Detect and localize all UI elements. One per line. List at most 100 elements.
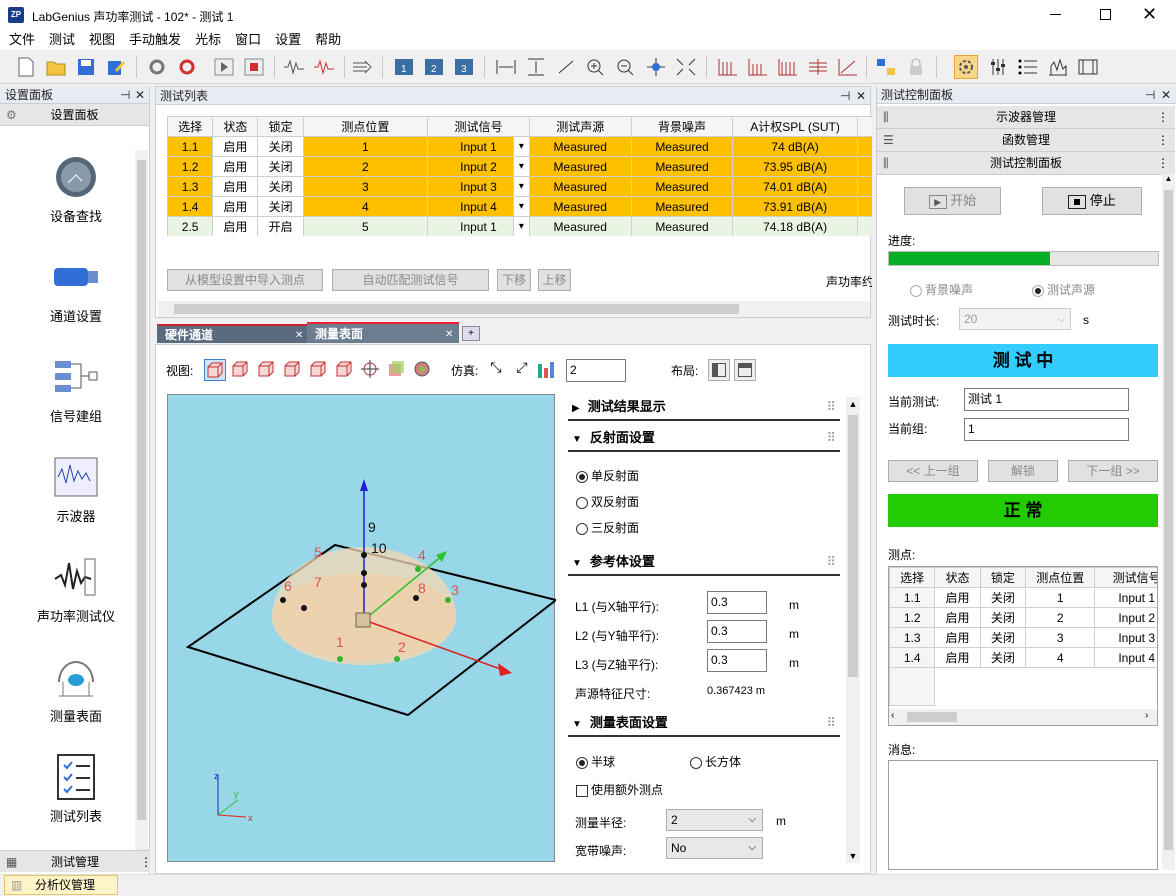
zoom-in-icon[interactable] <box>584 55 608 79</box>
sim-value-input[interactable]: 2 <box>566 359 626 382</box>
current-group-field[interactable]: 1 <box>964 418 1129 441</box>
test-list-hscroll[interactable] <box>158 301 870 317</box>
reflect-radio-1[interactable]: 双反射面 <box>576 493 639 510</box>
sim-color-icon[interactable] <box>538 360 556 378</box>
column-header[interactable]: 选择 <box>889 567 936 588</box>
sliders-icon[interactable] <box>986 55 1010 79</box>
view-button-8[interactable] <box>412 359 434 381</box>
view-button-1[interactable] <box>230 359 252 381</box>
column-header[interactable]: 测点位置 <box>1025 567 1096 588</box>
table-cell[interactable]: Input 1 ▾ <box>427 136 530 157</box>
tab-close-icon[interactable]: ✕ <box>445 324 453 345</box>
measure-point-9[interactable] <box>361 552 367 558</box>
measure-point-4[interactable] <box>415 566 421 572</box>
extra-points-checkbox[interactable]: 使用额外测点 <box>576 781 663 798</box>
sidebar-scrollbar[interactable] <box>135 150 148 850</box>
sidebar-item-1[interactable]: 通道设置 <box>20 252 132 325</box>
more-icon[interactable]: ⋮ <box>140 851 152 873</box>
arrow-right-icon[interactable] <box>350 55 374 79</box>
test-list-button-3[interactable]: 上移 <box>538 269 571 291</box>
table-cell[interactable]: Input 3 ▾ <box>427 176 530 197</box>
column-header[interactable]: 测点位置 <box>302 116 429 137</box>
table-row[interactable]: 1.4 启用 关闭 4 Input 4 <box>889 647 1157 668</box>
message-box[interactable] <box>888 760 1158 870</box>
next-group-button[interactable]: 下一组 >> <box>1068 460 1158 482</box>
pin-icon[interactable]: ⊣ <box>120 86 130 104</box>
table-row[interactable]: 1.2 启用 关闭 2 Input 2 ▾ Measured Measured 73.95 dB… <box>167 156 872 177</box>
tab-measure-surface[interactable]: 测量表面 ✕ <box>307 322 459 343</box>
test-management-header[interactable]: ▦ 测试管理 ⋮ <box>0 850 152 873</box>
fullscreen-icon[interactable] <box>674 55 698 79</box>
reflect-radio-2[interactable]: 三反射面 <box>576 519 639 536</box>
stop-button[interactable]: 停止 <box>1042 187 1142 215</box>
ref-input-0[interactable]: 0.3 <box>707 591 767 614</box>
control-section-2[interactable]: ⫼ 测试控制面板 ⋮ <box>877 152 1175 175</box>
unlock-button[interactable]: 解锁 <box>988 460 1058 482</box>
close-icon[interactable]: ✕ <box>135 86 145 104</box>
measure-point-2[interactable] <box>394 656 400 662</box>
view-button-4[interactable] <box>308 359 330 381</box>
film-icon[interactable] <box>1076 55 1100 79</box>
sidebar-item-2[interactable]: 信号建组 <box>20 352 132 425</box>
column-header[interactable]: 锁定 <box>257 116 304 137</box>
waveform-icon[interactable] <box>282 55 306 79</box>
device-settings-icon[interactable] <box>146 55 170 79</box>
more-icon[interactable]: ⋮ <box>1157 106 1169 128</box>
column-header[interactable]: 状态 <box>934 567 981 588</box>
layout-1-icon[interactable]: 1 <box>392 55 416 79</box>
column-header[interactable]: 选择 <box>167 116 214 137</box>
noise-select[interactable]: No ⌵ <box>666 837 763 859</box>
more-icon[interactable]: ⋮ <box>1157 152 1169 174</box>
pin-icon[interactable]: ⊣ <box>1145 86 1155 104</box>
new-file-icon[interactable] <box>14 55 38 79</box>
measure-point-7[interactable] <box>361 582 367 588</box>
zoom-out-icon[interactable] <box>614 55 638 79</box>
table-row[interactable]: 1.1 启用 关闭 1 Input 1 <box>889 587 1157 608</box>
reflect-radio-0[interactable]: 单反射面 <box>576 467 639 484</box>
table-row[interactable]: 2.5 启用 开启 5 Input 1 ▾ Measured Measured 74.18 dB… <box>167 216 872 236</box>
gear-icon[interactable] <box>954 55 978 79</box>
radio-test-source[interactable]: 测试声源 <box>1032 281 1095 298</box>
test-list-button-0[interactable]: 从模型设置中导入测点 <box>167 269 323 291</box>
points-hscroll[interactable]: ‹ › <box>889 709 1157 725</box>
table-cell[interactable]: Input 4 ▾ <box>427 196 530 217</box>
tab-hardware-channel[interactable]: 硬件通道 ✕ <box>157 324 307 343</box>
table-cell[interactable]: Input 1 ▾ <box>427 216 530 236</box>
sim-shrink-icon[interactable]: ⤡ <box>486 359 506 379</box>
column-header[interactable]: A计权S <box>856 116 872 137</box>
play-icon[interactable] <box>212 55 236 79</box>
table-row[interactable]: 1.4 启用 关闭 4 Input 4 ▾ Measured Measured 73.91 dB… <box>167 196 872 217</box>
column-header[interactable]: A计权SPL (SUT) <box>732 116 858 137</box>
layout-2-icon[interactable]: 2 <box>422 55 446 79</box>
maximize-button[interactable] <box>1100 9 1111 20</box>
current-test-field[interactable]: 测试 1 <box>964 388 1129 411</box>
trend-chart-icon[interactable] <box>836 55 860 79</box>
view-button-0[interactable] <box>204 359 226 381</box>
more-icon[interactable]: ⋮ <box>1157 129 1169 151</box>
menu-item-5[interactable]: 窗口 <box>228 30 268 50</box>
3d-viewport[interactable]: 1 2 3 4 5 6 7 8 9 10 z y x <box>167 394 559 862</box>
control-section-0[interactable]: ⫼ 示波器管理 ⋮ <box>877 106 1175 129</box>
column-header[interactable]: 状态 <box>212 116 259 137</box>
tab-close-icon[interactable]: ✕ <box>295 326 303 345</box>
menu-item-2[interactable]: 视图 <box>82 30 122 50</box>
column-header[interactable]: 测试信号 <box>1094 567 1157 588</box>
dropdown-arrow-icon[interactable]: ▾ <box>512 157 529 176</box>
close-icon[interactable]: ✕ <box>1161 86 1171 104</box>
table-row[interactable]: 1.2 启用 关闭 2 Input 2 <box>889 607 1157 628</box>
section-header-1[interactable]: ▼ 反射面设置 ⠿ <box>568 426 840 452</box>
view-button-5[interactable] <box>334 359 356 381</box>
sidebar-item-3[interactable]: 示波器 <box>20 452 132 525</box>
section-header-2[interactable]: ▼ 参考体设置 ⠿ <box>568 550 840 576</box>
layout-split-v-icon[interactable] <box>708 359 730 381</box>
column-header[interactable]: 背景噪声 <box>630 116 734 137</box>
dropdown-arrow-icon[interactable]: ▾ <box>512 177 529 196</box>
view-button-6[interactable] <box>360 359 382 381</box>
menu-item-3[interactable]: 手动触发 <box>122 30 188 50</box>
column-header[interactable]: 测试声源 <box>528 116 632 137</box>
menu-item-0[interactable]: 文件 <box>2 30 42 50</box>
column-header[interactable]: 锁定 <box>979 567 1027 588</box>
lock-icon[interactable] <box>904 55 928 79</box>
duration-select[interactable]: 20 ⌵ <box>959 308 1071 330</box>
menu-item-7[interactable]: 帮助 <box>308 30 348 50</box>
